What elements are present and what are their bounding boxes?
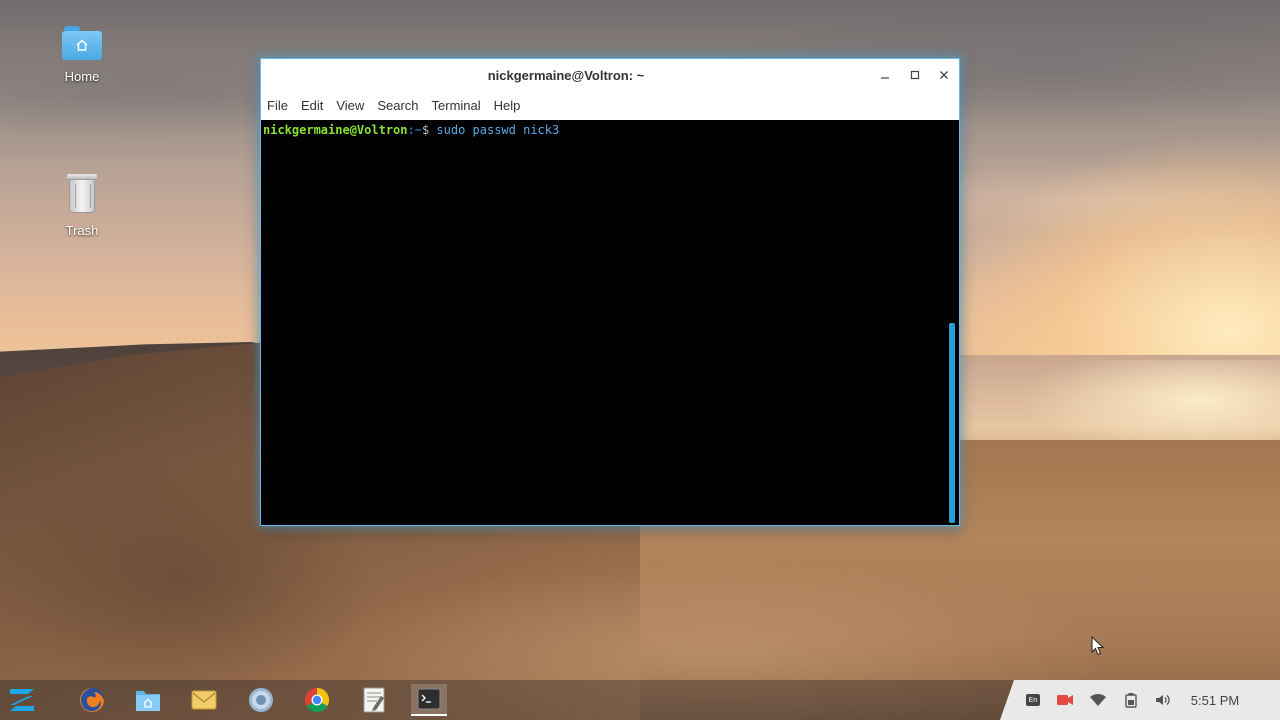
video-camera-icon xyxy=(1057,695,1073,705)
prompt-user-host: nickgermaine@Voltron xyxy=(263,123,408,137)
menu-edit[interactable]: Edit xyxy=(301,96,323,116)
taskbar-mail[interactable] xyxy=(186,684,222,716)
taskbar-files[interactable] xyxy=(130,684,166,716)
files-icon xyxy=(136,691,160,711)
prompt-path: :~ xyxy=(407,123,422,137)
battery-icon xyxy=(1125,693,1137,708)
taskbar-text-editor[interactable] xyxy=(356,684,392,716)
terminal-command: sudo passwd nick3 xyxy=(429,123,560,137)
firefox-icon xyxy=(80,688,104,712)
wifi-icon xyxy=(1090,693,1106,706)
screen-recorder-indicator[interactable] xyxy=(1056,692,1074,708)
battery-indicator[interactable] xyxy=(1122,692,1140,708)
menu-help[interactable]: Help xyxy=(494,96,521,116)
keyboard-layout-label: En xyxy=(1026,694,1040,706)
taskbar-firefox[interactable] xyxy=(74,684,110,716)
desktop-icon-label: Trash xyxy=(65,223,99,238)
desktop-icon-label: Home xyxy=(64,69,100,84)
trash-bin-icon xyxy=(65,172,99,214)
window-menubar: File Edit View Search Terminal Help xyxy=(261,93,959,119)
home-folder-icon xyxy=(62,26,102,60)
menu-search[interactable]: Search xyxy=(377,96,418,116)
taskbar-web-browser[interactable] xyxy=(243,684,279,716)
chrome-icon xyxy=(304,688,330,713)
terminal-window[interactable]: nickgermaine@Voltron: ~ File Edit View S… xyxy=(260,58,960,526)
keyboard-layout-indicator[interactable]: En xyxy=(1024,692,1042,708)
terminal-output[interactable]: nickgermaine@Voltron:~$ sudo passwd nick… xyxy=(261,120,959,525)
network-indicator[interactable] xyxy=(1089,692,1107,708)
close-button[interactable] xyxy=(933,65,955,85)
terminal-icon xyxy=(417,688,441,710)
menu-terminal[interactable]: Terminal xyxy=(432,96,481,116)
text-editor-icon xyxy=(363,687,385,713)
maximize-button[interactable] xyxy=(904,65,926,85)
taskbar-chrome[interactable] xyxy=(299,684,335,716)
minimize-icon xyxy=(881,77,889,79)
zorin-menu-button[interactable] xyxy=(0,680,44,720)
mail-icon xyxy=(191,690,217,710)
taskbar-clock[interactable]: 5:51 PM xyxy=(1180,692,1250,710)
volume-indicator[interactable] xyxy=(1154,692,1172,708)
window-titlebar[interactable]: nickgermaine@Voltron: ~ xyxy=(261,59,959,91)
close-icon xyxy=(940,71,948,79)
web-browser-icon xyxy=(249,688,273,712)
window-title: nickgermaine@Voltron: ~ xyxy=(487,68,645,83)
mouse-pointer-icon xyxy=(1091,636,1105,656)
menu-view[interactable]: View xyxy=(336,96,364,116)
taskbar-terminal[interactable] xyxy=(411,684,447,716)
zorin-menu-icon xyxy=(10,689,34,711)
minimize-button[interactable] xyxy=(874,65,896,85)
menu-file[interactable]: File xyxy=(267,96,288,116)
maximize-icon xyxy=(910,70,920,80)
speaker-icon xyxy=(1156,695,1170,705)
desktop-icon-trash[interactable]: Trash xyxy=(42,172,122,238)
desktop-icon-home[interactable]: Home xyxy=(42,26,122,84)
terminal-scrollbar[interactable] xyxy=(949,323,955,523)
